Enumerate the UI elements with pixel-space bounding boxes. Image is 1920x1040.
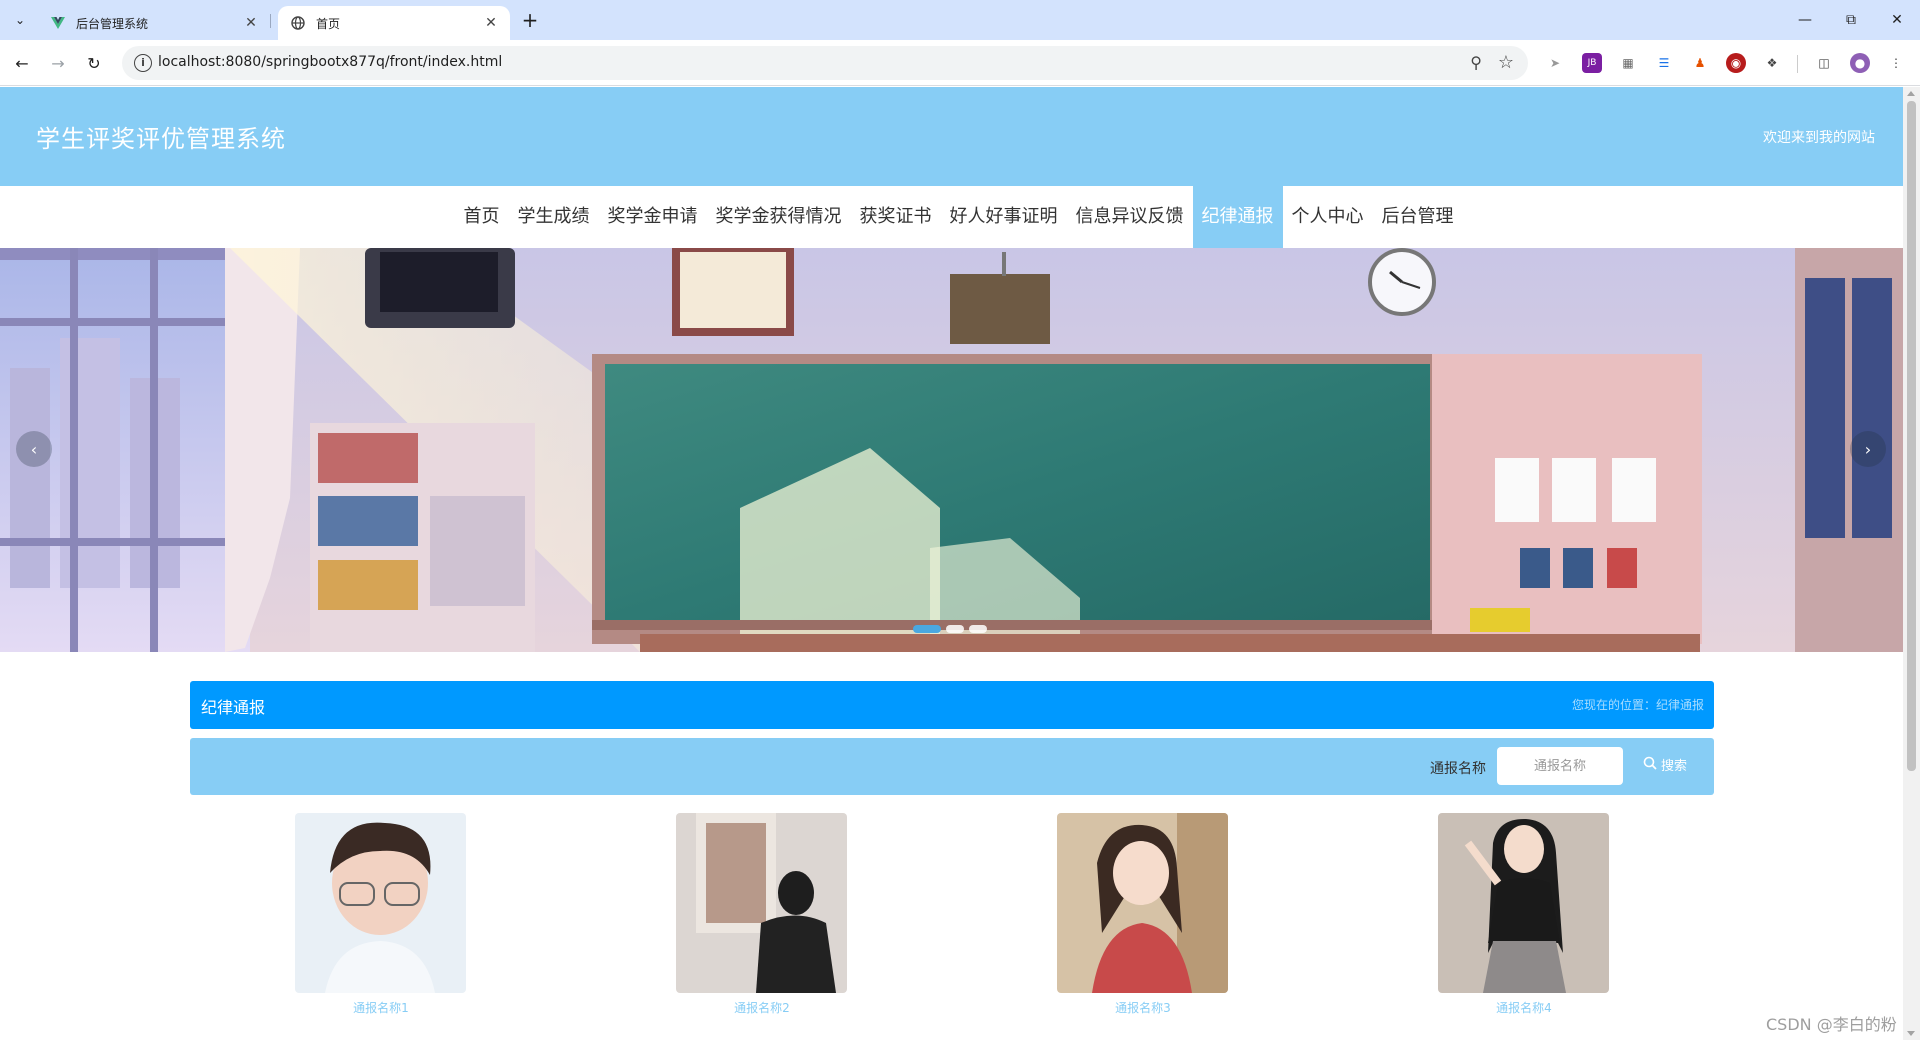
address-bar[interactable]: i localhost:8080/springbootx877q/front/i… bbox=[122, 46, 1528, 80]
browser-toolbar: ← → ↻ i localhost:8080/springbootx877q/f… bbox=[0, 40, 1920, 86]
search-bar: 通报名称 搜索 bbox=[190, 738, 1714, 795]
nav-item-grades[interactable]: 学生成绩 bbox=[509, 186, 599, 248]
tab-search-chevron-icon[interactable]: ⌄ bbox=[8, 8, 32, 32]
toolbar-divider bbox=[1797, 55, 1798, 73]
scrollbar-thumb[interactable] bbox=[1907, 101, 1916, 771]
carousel-dot[interactable] bbox=[913, 625, 941, 633]
back-arrow-icon[interactable]: ← bbox=[10, 51, 34, 75]
globe-icon bbox=[290, 15, 306, 31]
carousel-dot[interactable] bbox=[946, 625, 964, 633]
site-header: 学生评奖评优管理系统 欢迎来到我的网站 bbox=[0, 87, 1903, 186]
jetbrains-extension-icon[interactable]: JB bbox=[1582, 53, 1602, 73]
search-icon bbox=[1643, 756, 1657, 774]
nav-item-certificates[interactable]: 获奖证书 bbox=[851, 186, 941, 248]
bookmark-star-icon[interactable]: ☆ bbox=[1498, 52, 1514, 73]
carousel-banner[interactable]: ‹ › bbox=[0, 248, 1903, 652]
browser-tab-admin[interactable]: 后台管理系统 ✕ bbox=[38, 6, 270, 40]
notice-card[interactable]: 通报名称4 bbox=[1438, 813, 1610, 1016]
breadcrumb: 您现在的位置：纪律通报 bbox=[1571, 698, 1704, 712]
forward-arrow-icon[interactable]: → bbox=[46, 51, 70, 75]
close-icon[interactable]: ✕ bbox=[482, 14, 500, 32]
nav-item-feedback[interactable]: 信息异议反馈 bbox=[1067, 186, 1193, 248]
url-text[interactable]: localhost:8080/springbootx877q/front/ind… bbox=[158, 54, 502, 70]
close-icon[interactable]: ✕ bbox=[242, 14, 260, 32]
nav-item-home[interactable]: 首页 bbox=[455, 186, 509, 248]
watermark: CSDN @李白的粉 bbox=[1766, 1015, 1897, 1034]
site-info-icon[interactable]: i bbox=[134, 54, 152, 72]
browser-tab-home[interactable]: 首页 ✕ bbox=[278, 6, 510, 40]
section-title: 纪律通报 bbox=[201, 698, 266, 717]
nav-item-scholarship-awarded[interactable]: 奖学金获得情况 bbox=[707, 186, 851, 248]
classroom-illustration bbox=[0, 248, 1903, 652]
search-button[interactable]: 搜索 bbox=[1643, 755, 1687, 774]
cursor-extension-icon[interactable]: ➤ bbox=[1545, 53, 1565, 73]
vue-logo-icon bbox=[50, 15, 66, 31]
notice-card-image[interactable] bbox=[676, 813, 847, 993]
more-menu-icon[interactable]: ⋮ bbox=[1886, 53, 1906, 73]
notice-card-image[interactable] bbox=[295, 813, 466, 993]
carousel-dot[interactable] bbox=[969, 625, 987, 633]
zoom-magnifier-icon[interactable]: ⚲ bbox=[1470, 53, 1482, 72]
shield-extension-icon[interactable]: ◉ bbox=[1726, 53, 1746, 73]
notice-card-name[interactable]: 通报名称2 bbox=[676, 999, 848, 1016]
notice-card[interactable]: 通报名称1 bbox=[295, 813, 467, 1016]
main-nav: 首页 学生成绩 奖学金申请 奖学金获得情况 获奖证书 好人好事证明 信息异议反馈… bbox=[0, 186, 1903, 248]
side-panel-icon[interactable]: ◫ bbox=[1814, 53, 1834, 73]
page-viewport: 学生评奖评优管理系统 欢迎来到我的网站 首页 学生成绩 奖学金申请 奖学金获得情… bbox=[0, 87, 1903, 1040]
carousel-indicators bbox=[913, 625, 992, 633]
carousel-next-chevron-icon[interactable]: › bbox=[1850, 431, 1886, 467]
site-welcome-text: 欢迎来到我的网站 bbox=[1763, 130, 1875, 146]
nav-item-scholarship-apply[interactable]: 奖学金申请 bbox=[599, 186, 707, 248]
section-title-bar: 纪律通报 您现在的位置：纪律通报 bbox=[190, 681, 1714, 729]
restore-icon[interactable]: ⧉ bbox=[1828, 0, 1874, 40]
tab-title: 首页 bbox=[316, 16, 341, 31]
nav-item-admin[interactable]: 后台管理 bbox=[1373, 186, 1463, 248]
nav-item-good-deeds[interactable]: 好人好事证明 bbox=[941, 186, 1067, 248]
notice-card[interactable]: 通报名称2 bbox=[676, 813, 848, 1016]
notice-card-name[interactable]: 通报名称4 bbox=[1438, 999, 1610, 1016]
carousel-prev-chevron-icon[interactable]: ‹ bbox=[16, 431, 52, 467]
notice-card-name[interactable]: 通报名称1 bbox=[295, 999, 467, 1016]
notice-card-image[interactable] bbox=[1057, 813, 1228, 993]
window-close-icon[interactable]: ✕ bbox=[1874, 0, 1920, 40]
person-extension-icon[interactable]: ♟ bbox=[1690, 53, 1710, 73]
reload-icon[interactable]: ↻ bbox=[82, 51, 106, 75]
scroll-down-arrow-icon[interactable] bbox=[1907, 1031, 1915, 1036]
notice-card-list: 通报名称1 通报名称2 通报名称3 通报名称4 bbox=[190, 813, 1714, 1040]
page-scrollbar[interactable] bbox=[1903, 87, 1920, 1040]
puzzle-extensions-icon[interactable]: ❖ bbox=[1762, 53, 1782, 73]
new-tab-plus-icon[interactable]: + bbox=[518, 8, 542, 32]
nav-item-discipline[interactable]: 纪律通报 bbox=[1192, 186, 1283, 248]
search-button-label: 搜索 bbox=[1661, 759, 1688, 774]
nav-item-profile[interactable]: 个人中心 bbox=[1283, 186, 1373, 248]
layers-extension-icon[interactable]: ☰ bbox=[1654, 53, 1674, 73]
browser-tab-strip: ⌄ 后台管理系统 ✕ 首页 ✕ + — ⧉ ✕ bbox=[0, 0, 1920, 40]
notice-card-name[interactable]: 通报名称3 bbox=[1057, 999, 1229, 1016]
minimize-icon[interactable]: — bbox=[1782, 0, 1828, 40]
notice-card[interactable]: 通报名称3 bbox=[1057, 813, 1229, 1016]
profile-avatar-icon[interactable]: ● bbox=[1850, 53, 1870, 73]
tab-title: 后台管理系统 bbox=[76, 16, 149, 31]
search-input[interactable] bbox=[1497, 747, 1623, 785]
search-label: 通报名称 bbox=[1430, 761, 1486, 777]
notice-card-image[interactable] bbox=[1438, 813, 1609, 993]
tab-separator bbox=[270, 14, 271, 28]
site-title: 学生评奖评优管理系统 bbox=[36, 125, 286, 153]
scroll-up-arrow-icon[interactable] bbox=[1907, 91, 1915, 96]
grid-extension-icon[interactable]: ▦ bbox=[1618, 53, 1638, 73]
